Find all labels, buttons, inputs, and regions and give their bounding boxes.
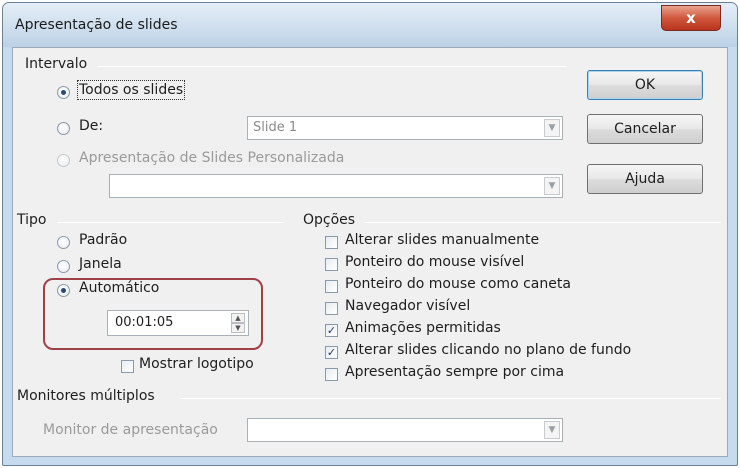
opcao-checkbox[interactable]: ✓ — [325, 346, 338, 359]
mostrar-logotipo-checkbox[interactable] — [121, 360, 134, 373]
dialog-body: Intervalo Todos os slides De: Slide 1 ▼ … — [12, 47, 728, 457]
opcao-checkbox[interactable] — [325, 258, 338, 271]
opcao-checkbox[interactable] — [325, 280, 338, 293]
opcoes-divider — [365, 222, 721, 223]
chevron-down-icon[interactable]: ▼ — [544, 421, 560, 439]
padrao-radio[interactable] — [57, 236, 70, 249]
monitores-group-label: Monitores múltiplos — [17, 388, 155, 404]
opcao-label[interactable]: Ponteiro do mouse como caneta — [345, 276, 571, 292]
janela-radio[interactable] — [57, 260, 70, 273]
opcao-label[interactable]: Alterar slides manualmente — [345, 232, 539, 248]
ok-button[interactable]: OK — [587, 70, 703, 100]
todos-slides-radio[interactable] — [57, 86, 70, 99]
padrao-label[interactable]: Padrão — [79, 232, 127, 248]
de-label[interactable]: De: — [79, 118, 103, 134]
opcao-checkbox[interactable] — [325, 236, 338, 249]
monitor-apresentacao-select[interactable]: ▼ — [247, 418, 563, 442]
opcao-label[interactable]: Apresentação sempre por cima — [345, 364, 564, 380]
close-button[interactable]: x — [661, 5, 721, 31]
janela-label[interactable]: Janela — [79, 256, 122, 272]
opcao-label[interactable]: Animações permitidas — [345, 320, 501, 336]
chevron-down-icon[interactable]: ▼ — [544, 177, 560, 195]
chevron-down-icon[interactable]: ▼ — [544, 119, 560, 137]
window-title: Apresentação de slides — [15, 17, 178, 33]
tipo-group-label: Tipo — [17, 212, 47, 228]
personalizada-select[interactable]: ▼ — [109, 174, 563, 198]
automatico-highlight — [43, 278, 263, 350]
tipo-divider — [57, 222, 283, 223]
opcao-label[interactable]: Ponteiro do mouse visível — [345, 254, 524, 270]
personalizada-radio[interactable] — [57, 154, 70, 167]
cancelar-button[interactable]: Cancelar — [587, 114, 703, 144]
opcao-checkbox[interactable] — [325, 368, 338, 381]
intervalo-divider — [97, 66, 567, 67]
personalizada-label[interactable]: Apresentação de Slides Personalizada — [79, 150, 344, 166]
monitor-apresentacao-label: Monitor de apresentação — [43, 422, 218, 438]
title-bar: Apresentação de slides x — [3, 3, 737, 47]
de-radio[interactable] — [57, 122, 70, 135]
monitores-divider — [181, 398, 721, 399]
opcao-label[interactable]: Navegador visível — [345, 298, 470, 314]
de-slide-select[interactable]: Slide 1 ▼ — [247, 116, 563, 140]
mostrar-logotipo-label[interactable]: Mostrar logotipo — [139, 356, 254, 372]
opcao-label[interactable]: Alterar slides clicando no plano de fund… — [345, 342, 631, 358]
intervalo-group-label: Intervalo — [25, 56, 88, 72]
ajuda-button[interactable]: Ajuda — [587, 164, 703, 194]
close-icon: x — [686, 9, 696, 27]
todos-slides-label[interactable]: Todos os slides — [76, 80, 186, 100]
dialog-window: Apresentação de slides x Intervalo Todos… — [2, 2, 738, 466]
de-slide-value: Slide 1 — [253, 120, 298, 135]
opcao-checkbox[interactable]: ✓ — [325, 324, 338, 337]
opcao-checkbox[interactable] — [325, 302, 338, 315]
opcoes-group-label: Opções — [303, 212, 356, 228]
